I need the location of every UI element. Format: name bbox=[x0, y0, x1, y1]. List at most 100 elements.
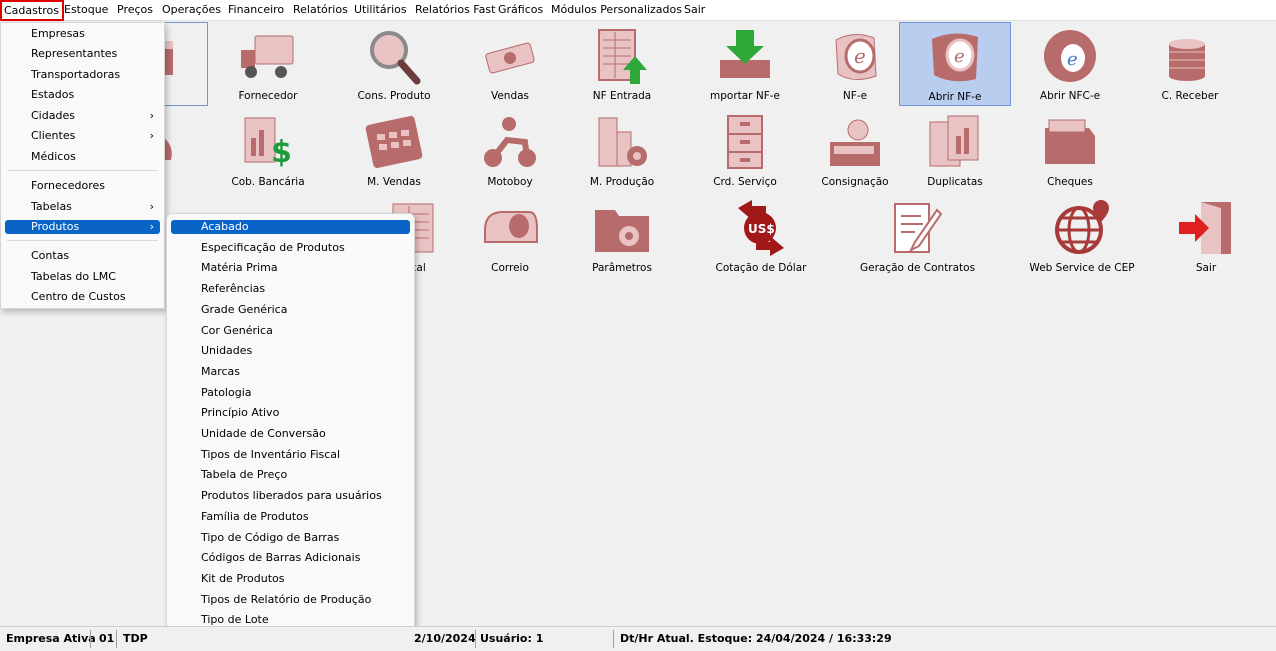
status-empresa-name: TDP bbox=[123, 632, 148, 645]
tile-label: Cob. Bancária bbox=[231, 176, 305, 188]
tile-label: Cotação de Dólar bbox=[715, 262, 807, 274]
menu-relatorios-fast[interactable]: Relatórios Fast bbox=[415, 3, 495, 17]
tile-cota-o-de-d-lar[interactable]: US$ Cotação de Dólar bbox=[705, 194, 817, 278]
produtos-item-familia-de-produtos[interactable]: Família de Produtos bbox=[171, 510, 410, 524]
tile-fornecedor[interactable]: Fornecedor bbox=[212, 22, 324, 106]
nfe-map-icon: e bbox=[924, 27, 986, 87]
cadastros-item-representantes[interactable]: Representantes bbox=[5, 47, 160, 61]
wallet-icon bbox=[1039, 112, 1101, 172]
cadastros-dropdown: Empresas Representantes Transportadoras Est… bbox=[0, 22, 165, 309]
cadastros-item-empresas[interactable]: Empresas bbox=[5, 27, 160, 41]
tile-label: Abrir NF-e bbox=[928, 91, 982, 103]
tile-correio[interactable]: Correio bbox=[454, 194, 566, 278]
tile-cons-produto[interactable]: Cons. Produto bbox=[338, 22, 450, 106]
file-cabinet-icon bbox=[714, 112, 776, 172]
tile-m-produ-o[interactable]: M. Produção bbox=[566, 108, 678, 192]
tile-cob-banc-ria[interactable]: $ Cob. Bancária bbox=[212, 108, 324, 192]
produtos-item-acabado[interactable]: Acabado bbox=[171, 220, 410, 234]
cadastros-item-produtos[interactable]: Produtos › bbox=[5, 220, 160, 234]
produtos-item-grade-generica[interactable]: Grade Genérica bbox=[171, 303, 410, 317]
cadastros-item-estados[interactable]: Estados bbox=[5, 88, 160, 102]
chevron-right-icon: › bbox=[149, 129, 154, 142]
menu-item-label: Produtos bbox=[31, 220, 80, 233]
tile-label: NF Entrada bbox=[592, 90, 652, 102]
produtos-item-cor-generica[interactable]: Cor Genérica bbox=[171, 324, 410, 338]
tile-label: Sair bbox=[1195, 262, 1217, 274]
cadastros-item-medicos[interactable]: Médicos bbox=[5, 150, 160, 164]
menu-sair[interactable]: Sair bbox=[684, 3, 705, 17]
cadastros-item-cidades[interactable]: Cidades › bbox=[5, 109, 160, 123]
svg-text:e: e bbox=[1067, 49, 1078, 70]
menu-graficos[interactable]: Gráficos bbox=[498, 3, 543, 17]
status-empresa-code: 01 bbox=[99, 632, 115, 645]
svg-text:US$: US$ bbox=[748, 222, 775, 236]
produtos-item-referencias[interactable]: Referências bbox=[171, 282, 410, 296]
tile-par-metros[interactable]: Parâmetros bbox=[566, 194, 678, 278]
tile-crd-servi-o[interactable]: Crd. Serviço bbox=[689, 108, 801, 192]
produtos-item-tabela-de-preco[interactable]: Tabela de Preço bbox=[171, 468, 410, 482]
menu-cadastros[interactable]: Cadastros bbox=[0, 0, 64, 21]
tile-label: Parâmetros bbox=[592, 262, 652, 274]
cadastros-item-centro-de-custos[interactable]: Centro de Custos bbox=[5, 290, 160, 304]
produtos-item-unidades[interactable]: Unidades bbox=[171, 344, 410, 358]
produtos-item-patologia[interactable]: Patologia bbox=[171, 386, 410, 400]
produtos-item-marcas[interactable]: Marcas bbox=[171, 365, 410, 379]
produtos-item-especificacao-de-produtos[interactable]: Especificação de Produtos bbox=[171, 241, 410, 255]
cadastros-item-fornecedores[interactable]: Fornecedores bbox=[5, 179, 160, 193]
tile-abrir-nf-e[interactable]: e Abrir NF-e bbox=[899, 22, 1011, 106]
tile-nf-entrada[interactable]: NF Entrada bbox=[566, 22, 678, 106]
status-usuario: Usuário: 1 bbox=[480, 632, 544, 645]
tile-label: M. Vendas bbox=[367, 176, 421, 188]
tile-duplicatas[interactable]: Duplicatas bbox=[899, 108, 1011, 192]
tile-abrir-nfc-e[interactable]: e Abrir NFC-e bbox=[1014, 22, 1126, 106]
produtos-item-tipos-de-inventario-fiscal[interactable]: Tipos de Inventário Fiscal bbox=[171, 448, 410, 462]
produtos-item-tipos-de-relatorio-de-producao[interactable]: Tipos de Relatório de Produção bbox=[171, 593, 410, 607]
tile-label: Crd. Serviço bbox=[713, 176, 777, 188]
produtos-item-kit-de-produtos[interactable]: Kit de Produtos bbox=[171, 572, 410, 586]
cadastros-item-tabelas[interactable]: Tabelas › bbox=[5, 200, 160, 214]
menu-item-label: Centro de Custos bbox=[31, 290, 126, 303]
tile-nf-e[interactable]: e NF-e bbox=[799, 22, 911, 106]
magnifier-icon bbox=[363, 26, 425, 86]
menu-bar: Cadastros Estoque Preços Operações Finan… bbox=[0, 0, 1276, 21]
svg-text:e: e bbox=[854, 44, 866, 68]
tile-mportar-nf-e[interactable]: mportar NF-e bbox=[689, 22, 801, 106]
cadastros-item-contas[interactable]: Contas bbox=[5, 249, 160, 263]
produtos-item-produtos-liberados-para-usuarios[interactable]: Produtos liberados para usuários bbox=[171, 489, 410, 503]
menu-utilitarios[interactable]: Utilitários bbox=[354, 3, 407, 17]
menu-item-label: Transportadoras bbox=[31, 68, 121, 81]
menu-separator bbox=[7, 170, 158, 171]
produtos-item-principio-ativo[interactable]: Princípio Ativo bbox=[171, 406, 410, 420]
cadastros-item-transportadoras[interactable]: Transportadoras bbox=[5, 68, 160, 82]
tile-consigna-o[interactable]: Consignação bbox=[799, 108, 911, 192]
tile-motoboy[interactable]: Motoboy bbox=[454, 108, 566, 192]
tile-gera-o-de-contratos[interactable]: Geração de Contratos bbox=[860, 194, 975, 278]
tile-web-service-de-cep[interactable]: Web Service de CEP bbox=[1026, 194, 1138, 278]
status-date: 2/10/2024 bbox=[414, 632, 476, 645]
tile-m-vendas[interactable]: M. Vendas bbox=[338, 108, 450, 192]
menu-financeiro[interactable]: Financeiro bbox=[228, 3, 284, 17]
exit-door-icon bbox=[1175, 198, 1237, 258]
cadastros-item-tabelas-do-lmc[interactable]: Tabelas do LMC bbox=[5, 270, 160, 284]
menu-modulos-personalizados[interactable]: Módulos Personalizados bbox=[551, 3, 682, 17]
cadastros-item-clientes[interactable]: Clientes › bbox=[5, 129, 160, 143]
tile-sair[interactable]: Sair bbox=[1150, 194, 1262, 278]
tile-c-receber[interactable]: C. Receber bbox=[1134, 22, 1246, 106]
produtos-item-codigos-de-barras-adicionais[interactable]: Códigos de Barras Adicionais bbox=[171, 551, 410, 565]
tile-cheques[interactable]: Cheques bbox=[1014, 108, 1126, 192]
produtos-item-unidade-de-conversao[interactable]: Unidade de Conversão bbox=[171, 427, 410, 441]
tile-label: Cheques bbox=[1047, 176, 1093, 188]
produtos-item-materia-prima[interactable]: Matéria Prima bbox=[171, 261, 410, 275]
mailbox-icon bbox=[479, 198, 541, 258]
status-empresa-label: Empresa Ativa bbox=[6, 632, 96, 645]
tile-vendas[interactable]: Vendas bbox=[454, 22, 566, 106]
menu-precos[interactable]: Preços bbox=[117, 3, 153, 17]
produtos-item-tipo-de-codigo-de-barras[interactable]: Tipo de Código de Barras bbox=[171, 531, 410, 545]
motorbike-icon bbox=[479, 112, 541, 172]
menu-operacoes[interactable]: Operações bbox=[162, 3, 221, 17]
menu-relatorios[interactable]: Relatórios bbox=[293, 3, 348, 17]
spreadsheet-up-icon bbox=[591, 26, 653, 86]
menu-estoque[interactable]: Estoque bbox=[64, 3, 108, 17]
tile-label: mportar NF-e bbox=[710, 90, 780, 102]
tile-label: Vendas bbox=[490, 90, 530, 102]
